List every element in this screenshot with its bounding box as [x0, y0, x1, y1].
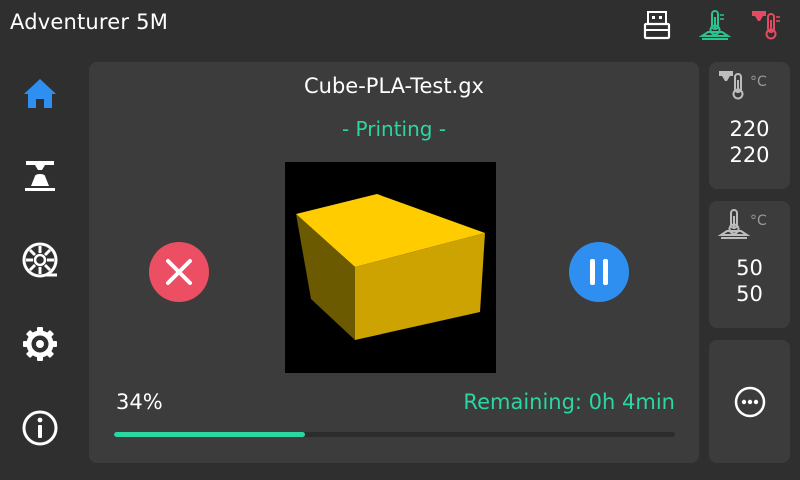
nozzle-temperature-icon[interactable]	[750, 8, 784, 42]
info-icon	[22, 410, 58, 446]
gear-icon	[23, 327, 57, 361]
nozzle-temp-unit: °C	[750, 74, 767, 90]
nozzle-temperature-card[interactable]: °C 220 220	[709, 62, 790, 189]
printer-icon	[25, 161, 55, 191]
bed-temperature-icon[interactable]	[698, 8, 732, 42]
cube-preview-image	[296, 194, 485, 340]
pause-icon	[590, 259, 608, 285]
app-title: Adventurer 5M	[10, 10, 169, 34]
filament-spool-icon	[22, 242, 58, 278]
print-status: - Printing -	[341, 117, 447, 141]
more-options-button[interactable]	[709, 340, 790, 463]
close-icon	[166, 259, 192, 285]
sidebar-nav	[0, 60, 80, 480]
usb-drive-icon[interactable]	[640, 8, 674, 42]
sidebar-item-filament[interactable]	[16, 236, 64, 284]
pause-print-button[interactable]	[569, 242, 629, 302]
cancel-print-button[interactable]	[149, 242, 209, 302]
progress-percent: 34%	[116, 390, 163, 414]
progress-bar-fill	[114, 432, 305, 437]
nozzle-temp-target: 220	[729, 143, 770, 167]
sidebar-item-info[interactable]	[16, 404, 64, 452]
bed-temp-current: 50	[736, 256, 763, 280]
bed-temp-unit: °C	[750, 213, 767, 229]
progress-bar	[114, 432, 675, 437]
more-options-icon	[734, 386, 765, 417]
file-name: Cube-PLA-Test.gx	[304, 74, 484, 98]
sidebar-item-print[interactable]	[16, 152, 64, 200]
sidebar-item-settings[interactable]	[16, 320, 64, 368]
bed-temperature-card[interactable]: °C 50 50	[709, 201, 790, 328]
nozzle-thermometer-icon	[717, 68, 751, 102]
model-preview	[285, 162, 496, 373]
home-icon	[24, 79, 56, 108]
nozzle-temp-current: 220	[729, 117, 770, 141]
bed-thermometer-icon	[717, 207, 751, 241]
print-job-panel: Cube-PLA-Test.gx - Printing - 34% Remain…	[89, 62, 699, 463]
sidebar-item-home[interactable]	[16, 70, 64, 118]
remaining-time: Remaining: 0h 4min	[463, 390, 675, 414]
bed-temp-target: 50	[736, 282, 763, 306]
top-bar: Adventurer 5M	[0, 0, 800, 48]
